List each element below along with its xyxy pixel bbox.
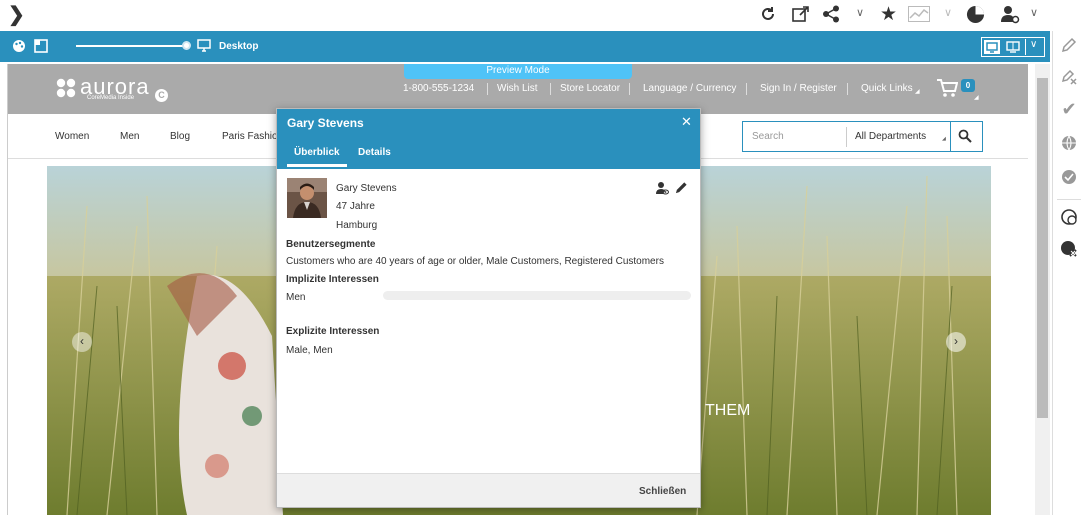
- globe-icon[interactable]: [1059, 133, 1079, 153]
- search-icon[interactable]: [958, 129, 972, 146]
- chevron-down-icon[interactable]: ∨: [856, 6, 864, 19]
- search-input[interactable]: Search: [752, 131, 784, 142]
- device-label: Desktop: [219, 41, 259, 52]
- check-icon[interactable]: ✔: [1059, 99, 1079, 119]
- aurora-logo-icon[interactable]: [56, 78, 76, 101]
- coremedia-badge-icon: C: [155, 89, 168, 102]
- edit-pencil-icon[interactable]: [675, 181, 688, 197]
- analytics-icon[interactable]: [908, 4, 930, 24]
- menu-item-men[interactable]: Men: [120, 131, 139, 142]
- share-icon[interactable]: [822, 4, 840, 24]
- user-view-icon[interactable]: [655, 181, 669, 198]
- tab-overview[interactable]: Überblick: [294, 147, 340, 158]
- implicit-interest-label: Men: [286, 292, 306, 303]
- cart-count-badge: 0: [961, 79, 975, 92]
- edit-cancel-icon[interactable]: [1059, 67, 1079, 87]
- sign-in-link[interactable]: Sign In / Register: [760, 83, 837, 94]
- avatar: [287, 178, 327, 218]
- edit-icon[interactable]: [1059, 35, 1079, 55]
- hero-headline: THEM: [705, 402, 751, 419]
- site-header: aurora CoreMedia Inside C Preview Mode 1…: [8, 64, 1028, 114]
- dialog-header: Gary Stevens ✕ Überblick Details: [277, 109, 700, 169]
- implicit-interest-bar: [383, 291, 691, 300]
- scrollbar-thumb[interactable]: [1037, 78, 1048, 418]
- explicit-interests-heading: Explizite Interessen: [286, 326, 380, 337]
- refresh-icon[interactable]: [760, 4, 776, 24]
- carousel-prev-icon[interactable]: ‹: [72, 332, 92, 352]
- zoom-slider[interactable]: [76, 45, 188, 47]
- chevron-down-icon[interactable]: ∨: [944, 6, 952, 19]
- chevron-down-icon[interactable]: ∨: [1030, 6, 1038, 19]
- chevron-down-icon[interactable]: ∨: [1030, 39, 1037, 50]
- quick-links-link[interactable]: Quick Links: [861, 83, 913, 94]
- user-settings-icon[interactable]: [1000, 4, 1020, 24]
- layout-icon[interactable]: [34, 39, 48, 56]
- monitor-icon: [197, 39, 211, 55]
- star-icon[interactable]: ★: [880, 4, 897, 25]
- globe-remove-icon[interactable]: [1059, 239, 1079, 259]
- globe-check-icon[interactable]: [1059, 167, 1079, 187]
- persona-age: 47 Jahre: [336, 201, 375, 212]
- dialog-footer: Schließen: [277, 473, 700, 507]
- triangle-down-icon: ◢: [915, 89, 920, 95]
- department-select[interactable]: All Departments: [855, 131, 926, 142]
- right-sidebar: ✔: [1052, 31, 1084, 515]
- pie-chart-icon[interactable]: [966, 4, 985, 24]
- palette-icon[interactable]: [12, 39, 26, 56]
- close-icon[interactable]: ✕: [681, 114, 692, 130]
- language-currency-link[interactable]: Language / Currency: [643, 83, 736, 94]
- tab-details[interactable]: Details: [358, 147, 391, 158]
- external-link-icon[interactable]: [792, 4, 810, 24]
- site-logo-subtitle: CoreMedia Inside: [87, 95, 135, 101]
- explicit-interests-value: Male, Men: [286, 345, 333, 356]
- persona-city: Hamburg: [336, 220, 378, 231]
- menu-item-blog[interactable]: Blog: [170, 131, 190, 142]
- persona-dialog: Gary Stevens ✕ Überblick Details Gary St…: [276, 108, 701, 508]
- zoom-slider-handle[interactable]: [182, 41, 191, 50]
- carousel-next-icon[interactable]: ›: [946, 332, 966, 352]
- cart-icon[interactable]: [936, 78, 959, 101]
- active-tab-indicator: [287, 164, 347, 167]
- top-toolbar: ❯ ∨ ★ ∨ ∨: [0, 0, 1084, 30]
- segments-heading: Benutzersegmente: [286, 239, 376, 250]
- phone-number: 1-800-555-1234: [403, 83, 475, 94]
- wish-list-link[interactable]: Wish List: [497, 83, 538, 94]
- split-preview-icon[interactable]: [1005, 40, 1021, 57]
- implicit-interests-heading: Implizite Interessen: [286, 274, 379, 285]
- menu-item-paris-fashion[interactable]: Paris Fashio: [222, 131, 278, 142]
- chevron-right-icon[interactable]: ❯: [8, 4, 25, 26]
- close-dialog-button[interactable]: Schließen: [639, 486, 686, 497]
- persona-name: Gary Stevens: [336, 183, 397, 194]
- triangle-down-icon: ◢: [974, 95, 979, 101]
- dialog-title: Gary Stevens: [287, 116, 364, 130]
- globe-refresh-icon[interactable]: [1059, 207, 1079, 227]
- preview-mode-badge: Preview Mode: [404, 64, 632, 79]
- triangle-down-icon: ◢: [942, 136, 946, 142]
- store-locator-link[interactable]: Store Locator: [560, 83, 620, 94]
- desktop-preview-icon[interactable]: [984, 40, 1000, 54]
- segments-list: Customers who are 40 years of age or old…: [286, 256, 664, 267]
- menu-item-women[interactable]: Women: [55, 131, 89, 142]
- search-box: Search All Departments ◢: [742, 121, 983, 152]
- device-selector[interactable]: ∨: [981, 37, 1045, 57]
- preview-toolbar: Desktop ∨: [0, 31, 1050, 62]
